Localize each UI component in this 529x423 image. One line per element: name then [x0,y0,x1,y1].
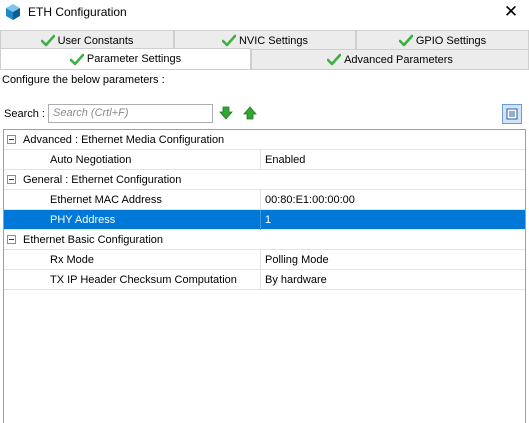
group-label: General : Ethernet Configuration [23,174,182,186]
group-row[interactable]: Ethernet Basic Configuration [4,230,525,250]
tab-label: User Constants [57,34,134,47]
tab-divider [0,69,529,70]
list-icon [506,108,518,120]
check-icon [69,53,84,65]
check-icon [398,34,413,47]
search-label: Search : [4,108,45,120]
parameter-name: TX IP Header Checksum Computation [50,274,237,286]
parameter-value[interactable]: By hardware [265,274,327,286]
tab-nvic-settings[interactable]: NVIC Settings [174,30,356,50]
tab-user-constants[interactable]: User Constants [0,30,174,50]
close-icon: ✕ [503,2,519,21]
tab-label: NVIC Settings [238,34,309,47]
tab-label: GPIO Settings [415,34,487,47]
instruction-text: Configure the below parameters : [2,74,165,86]
parameter-name: Ethernet MAC Address [50,194,162,206]
group-row[interactable]: General : Ethernet Configuration [4,170,525,190]
parameter-row[interactable]: Auto Negotiation Enabled [4,150,525,170]
title-bar: ETH Configuration ✕ [0,0,529,25]
collapse-icon[interactable] [7,135,16,144]
parameter-row-selected[interactable]: PHY Address 1 [4,210,525,230]
group-row[interactable]: Advanced : Ethernet Media Configuration [4,130,525,150]
parameter-row[interactable]: TX IP Header Checksum Computation By har… [4,270,525,290]
tab-label: Advanced Parameters [344,53,453,66]
group-label: Advanced : Ethernet Media Configuration [23,134,225,146]
app-cube-icon [6,4,20,20]
check-icon [327,53,342,66]
collapse-icon[interactable] [7,235,16,244]
parameter-grid: Advanced : Ethernet Media Configuration … [3,129,526,423]
group-label: Ethernet Basic Configuration [23,234,164,246]
parameter-name: Auto Negotiation [50,154,132,166]
arrow-up-icon[interactable] [243,106,257,120]
parameter-value[interactable]: 1 [265,214,271,226]
tab-advanced-parameters[interactable]: Advanced Parameters [251,49,529,69]
parameter-value[interactable]: 00:80:E1:00:00:00 [265,194,355,206]
list-view-button[interactable] [502,104,522,124]
close-button[interactable]: ✕ [501,2,521,22]
parameter-value[interactable]: Enabled [265,154,305,166]
window-title: ETH Configuration [28,5,127,19]
search-input[interactable]: Search (Crtl+F) [48,104,213,123]
arrow-down-icon[interactable] [219,106,233,120]
collapse-icon[interactable] [7,175,16,184]
parameter-name: Rx Mode [50,254,95,266]
parameter-value[interactable]: Polling Mode [265,254,329,266]
parameter-row[interactable]: Ethernet MAC Address 00:80:E1:00:00:00 [4,190,525,210]
tab-gpio-settings[interactable]: GPIO Settings [356,30,529,50]
check-icon [40,34,55,47]
tab-parameter-settings[interactable]: Parameter Settings [0,48,251,69]
parameter-name: PHY Address [50,214,116,226]
parameter-row[interactable]: Rx Mode Polling Mode [4,250,525,270]
tab-label: Parameter Settings [86,53,182,65]
check-icon [221,34,236,47]
